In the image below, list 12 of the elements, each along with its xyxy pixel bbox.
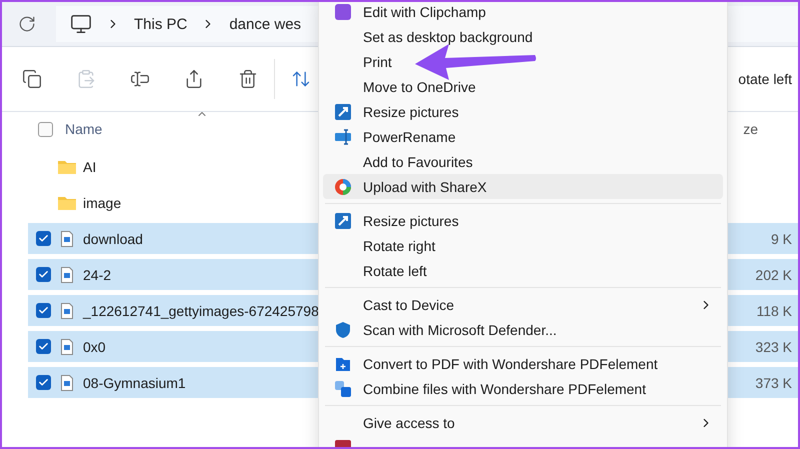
file-name: 08-Gymnasium1 xyxy=(83,374,186,390)
file-name: image xyxy=(83,194,122,210)
file-name: _122612741_gettyimages-672425798 xyxy=(83,302,319,318)
file-size: 373 K xyxy=(755,374,792,390)
file-name: AI xyxy=(83,158,96,174)
file-size: 323 K xyxy=(755,338,792,354)
file-size: 202 K xyxy=(755,266,792,282)
file-name: 24-2 xyxy=(83,266,112,282)
file-name: 0x0 xyxy=(83,338,106,354)
file-size: 118 K xyxy=(756,302,792,318)
file-name: download xyxy=(83,230,143,246)
file-size: 9 K xyxy=(770,230,792,246)
